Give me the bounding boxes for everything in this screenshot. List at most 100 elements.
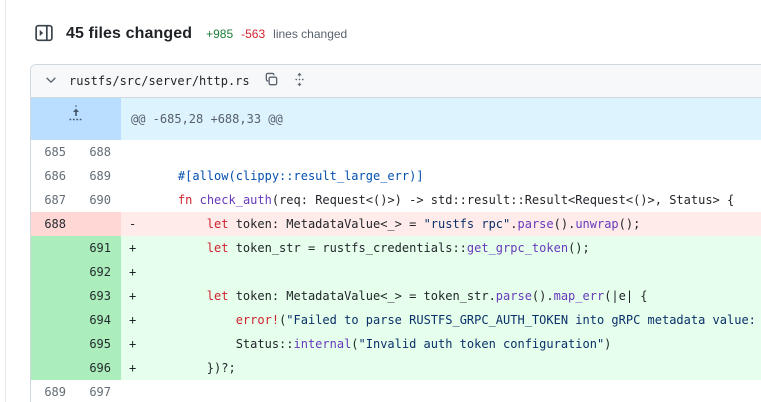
- diff-table: @@ -685,28 +688,33 @@ 685 688 686 689 #[all…: [31, 98, 761, 402]
- line-content: [121, 140, 761, 164]
- code-token: check_auth: [199, 193, 272, 207]
- new-line-number[interactable]: 696: [76, 356, 121, 380]
- new-line-number[interactable]: 690: [76, 188, 121, 212]
- old-line-number[interactable]: [31, 308, 76, 332]
- expand-diff-button[interactable]: [288, 69, 312, 93]
- fold-up-icon: [68, 98, 84, 140]
- code-token: #[allow(clippy::result_large_err)]: [177, 169, 424, 183]
- code-token: (req: Request<()>) -> std::result::Resul…: [271, 193, 735, 207]
- code-line: let token_str = rustfs_credentials::get_…: [149, 236, 590, 260]
- code-token: let: [206, 241, 229, 255]
- code-token: map_err: [553, 289, 605, 303]
- code-token: parse: [495, 289, 532, 303]
- old-line-number[interactable]: 685: [31, 140, 76, 164]
- code-token: ().: [553, 217, 576, 231]
- code-token: Status::: [235, 337, 294, 351]
- code-token: get_grpc_token: [466, 241, 569, 255]
- file-tree-toggle-button[interactable]: [30, 21, 58, 47]
- new-line-number[interactable]: 692: [76, 260, 121, 284]
- code-token: (|e| {: [604, 289, 648, 303]
- code-token: internal: [293, 337, 352, 351]
- diff-row: 696 + })?;: [31, 356, 761, 380]
- expand-hunk-button[interactable]: [31, 98, 121, 140]
- diff-row: 685 688: [31, 140, 761, 164]
- code-token: token: MetadataValue<_> = token_str.: [228, 289, 496, 303]
- code-token: (: [351, 337, 359, 351]
- old-line-number[interactable]: 687: [31, 188, 76, 212]
- old-line-number[interactable]: [31, 356, 76, 380]
- old-line-number[interactable]: 686: [31, 164, 76, 188]
- code-line: })?;: [149, 356, 236, 380]
- code-token: "rustfs rpc": [423, 217, 511, 231]
- new-line-number[interactable]: [76, 212, 121, 236]
- hunk-header-text: @@ -685,28 +688,33 @@: [131, 112, 283, 126]
- sidebar-panel-icon: [35, 24, 53, 45]
- file-path[interactable]: rustfs/src/server/http.rs: [69, 74, 250, 88]
- old-line-number[interactable]: [31, 236, 76, 260]
- code-token: .: [510, 217, 518, 231]
- diff-page: 45 files changed +985 -563 lines changed…: [0, 0, 761, 402]
- diff-row: 687 690 fn check_auth(req: Request<()>) -…: [31, 188, 761, 212]
- old-line-number[interactable]: 688: [31, 212, 76, 236]
- additions-count: +985: [206, 27, 234, 41]
- copy-path-button[interactable]: [260, 69, 284, 93]
- files-changed-title: 45 files changed: [66, 25, 193, 42]
- code-line: let token: MetadataValue<_> = "rustfs rp…: [149, 212, 641, 236]
- diff-marker: [129, 188, 149, 212]
- code-token: })?;: [149, 361, 236, 375]
- new-line-number[interactable]: 688: [76, 140, 121, 164]
- old-line-number[interactable]: [31, 260, 76, 284]
- new-line-number[interactable]: 695: [76, 332, 121, 356]
- code-token: ();: [568, 241, 590, 255]
- code-token: token_str = rustfs_credentials::: [228, 241, 467, 255]
- line-content: [121, 380, 761, 402]
- diff-row: 686 689 #[allow(clippy::result_large_err)…: [31, 164, 761, 188]
- new-line-number[interactable]: 694: [76, 308, 121, 332]
- new-line-number[interactable]: 689: [76, 164, 121, 188]
- diff-row: 692 +: [31, 260, 761, 284]
- new-line-number[interactable]: 691: [76, 236, 121, 260]
- diff-marker: [129, 140, 149, 164]
- diff-row: 695 + Status::internal("Invalid auth toke…: [31, 332, 761, 356]
- unfold-vertical-icon: [292, 72, 307, 90]
- diff-row: 689 697: [31, 380, 761, 402]
- collapse-file-button[interactable]: [39, 69, 63, 93]
- code-token: ): [604, 337, 612, 351]
- code-token: parse: [517, 217, 554, 231]
- diff-marker: +: [129, 241, 137, 255]
- diff-marker: [129, 380, 149, 402]
- line-content: #[allow(clippy::result_large_err)]: [121, 164, 761, 188]
- diff-marker: +: [129, 289, 137, 303]
- code-token: ();: [618, 217, 641, 231]
- code-token: error!: [235, 313, 280, 327]
- line-content: fn check_auth(req: Request<()>) -> std::…: [121, 188, 761, 212]
- old-line-number[interactable]: [31, 284, 76, 308]
- code-token: unwrap: [575, 217, 619, 231]
- code-token: let: [206, 217, 229, 231]
- new-line-number[interactable]: 693: [76, 284, 121, 308]
- code-line: Status::internal("Invalid auth token con…: [149, 332, 612, 356]
- diff-marker: +: [129, 265, 137, 279]
- file-diff-panel: rustfs/src/server/http.rs @@ -685,28 +68…: [30, 64, 761, 402]
- line-content: - let token: MetadataValue<_> = "rustfs …: [121, 212, 761, 236]
- old-line-number[interactable]: [31, 332, 76, 356]
- code-line: error!("Failed to parse RUSTFS_GRPC_AUTH…: [149, 308, 761, 332]
- code-token: let: [206, 289, 229, 303]
- diff-rows: 685 688 686 689 #[allow(clippy::result_larg…: [31, 140, 761, 402]
- diff-marker: +: [129, 337, 137, 351]
- new-line-number[interactable]: 697: [76, 380, 121, 402]
- code-token: "Failed to parse RUSTFS_GRPC_AUTH_TOKEN …: [286, 313, 761, 327]
- diff-marker: +: [129, 313, 137, 327]
- page-left-divider: [5, 0, 6, 402]
- deletions-count: -563: [241, 27, 266, 41]
- diff-marker: -: [129, 217, 137, 231]
- old-line-number[interactable]: 689: [31, 380, 76, 402]
- line-content: + let token: MetadataValue<_> = token_st…: [121, 284, 761, 308]
- line-content: + })?;: [121, 356, 761, 380]
